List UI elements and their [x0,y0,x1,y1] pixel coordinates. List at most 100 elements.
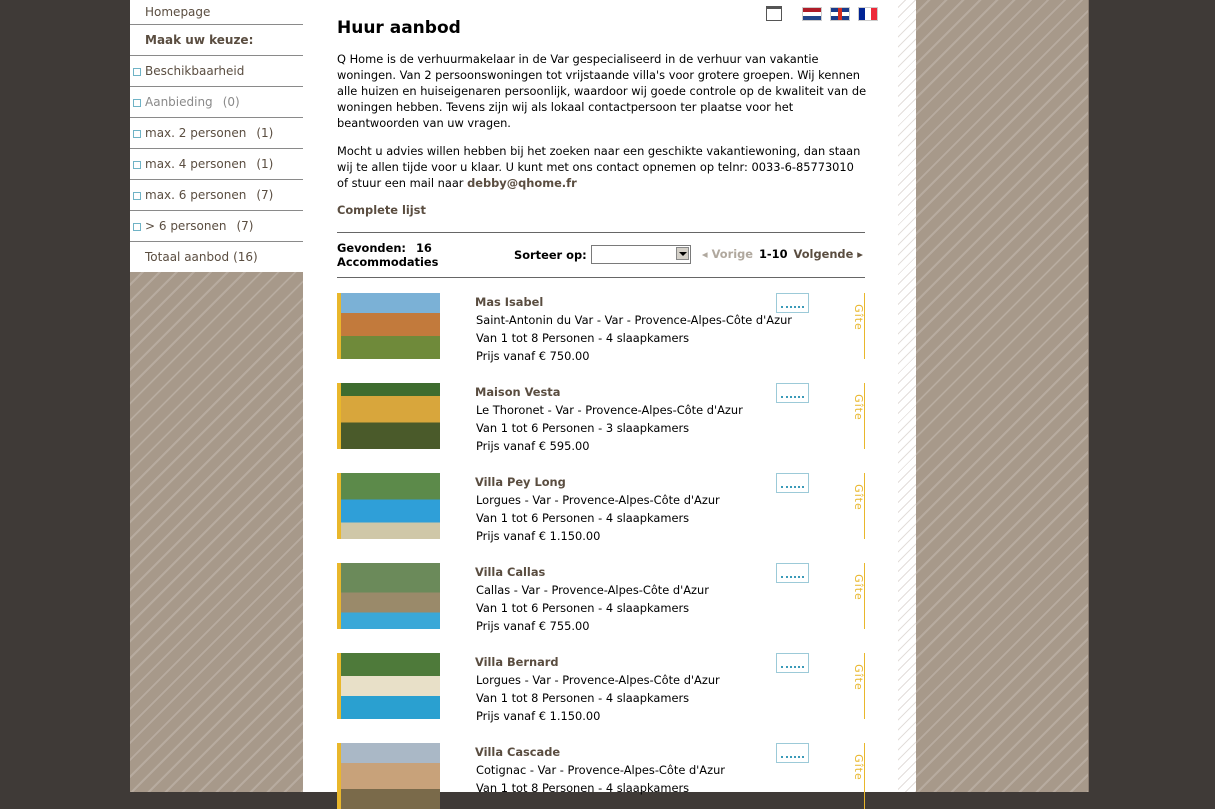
menu-item-label: max. 4 personen [145,157,247,171]
menu-item-count: (7) [236,219,254,233]
menu-heading-label: Maak uw keuze: [145,33,254,47]
listing-price: Prijs vanaf € 595.00 [476,439,590,453]
menu-item-label: max. 2 personen [145,126,247,140]
menu-item-count: (1) [256,157,274,171]
flag-fr-icon[interactable] [858,6,878,21]
listing-type-badge: Gîte [849,653,865,719]
listing-name[interactable]: Villa Callas [475,565,545,579]
found-count: 16 [415,241,432,255]
intro-paragraph: Q Home is de verhuurmakelaar in de Var g… [337,52,867,130]
sort-select[interactable] [590,245,691,264]
menu-item-label: > 6 personen [145,219,227,233]
pager: ◂ Vorige 1-10 Volgende ▸ [702,247,863,261]
listing-type: Gîte [851,664,865,691]
pager-prev[interactable]: ◂ Vorige [702,247,753,261]
listing-type: Gîte [851,574,865,601]
listing-type: Gîte [851,394,865,421]
listing-type-badge: Gîte [849,383,865,449]
menu-item-totaal[interactable]: Totaal aanbod (16) [130,242,303,272]
listing-name[interactable]: Villa Cascade [475,745,560,759]
listing-item[interactable]: Mas Isabel Saint-Antonin du Var - Var - … [337,293,865,363]
sort-control: Sorteer op: [514,245,691,264]
menu-item-label: Homepage [145,5,211,19]
listing-item[interactable]: Villa Callas Callas - Var - Provence-Alp… [337,563,865,633]
print-icon[interactable] [766,6,782,21]
chevron-down-icon[interactable] [675,247,689,260]
listing-price: Prijs vanaf € 755.00 [476,619,590,633]
pool-icon [776,653,809,673]
menu-item-count: (0) [222,95,240,109]
pager-prev-label: Vorige [711,247,753,261]
menu-heading: Maak uw keuze: [130,25,303,56]
listing-type: Gîte [851,304,865,331]
listing-persons: Van 1 tot 8 Personen - 4 slaapkamers [476,691,690,705]
listing-type: Gîte [851,754,865,781]
pool-icon [776,383,809,403]
listing-name[interactable]: Mas Isabel [475,295,543,309]
complete-list-link[interactable]: Complete lijst [337,203,426,217]
pool-icon [776,293,809,313]
listing-location: Le Thoronet - Var - Provence-Alpes-Côte … [476,403,743,417]
pager-range: 1-10 [759,247,788,261]
left-menu: Homepage Maak uw keuze: Beschikbaarheid … [130,0,303,272]
divider [337,277,865,278]
listing-location: Lorgues - Var - Provence-Alpes-Côte d'Az… [476,493,720,507]
listing-photo[interactable] [337,473,440,539]
listing-persons: Van 1 tot 8 Personen - 4 slaapkamers [476,331,690,345]
contact-paragraph: Mocht u advies willen hebben bij het zoe… [337,143,867,191]
menu-item-label: Totaal aanbod [145,250,230,264]
listing-persons: Van 1 tot 6 Personen - 4 slaapkamers [476,601,690,615]
menu-item-max-2[interactable]: max. 2 personen (1) [130,118,303,149]
listing-location: Callas - Var - Provence-Alpes-Côte d'Azu… [476,583,709,597]
pool-icon [776,743,809,763]
pager-next[interactable]: Volgende ▸ [794,247,863,261]
content-gutter-left [303,0,337,792]
pool-icon [776,473,809,493]
flag-uk-icon[interactable] [830,6,850,21]
listing-price: Prijs vanaf € 750.00 [476,349,590,363]
listing-item[interactable]: Villa Bernard Lorgues - Var - Provence-A… [337,653,865,723]
menu-item-count: (7) [256,188,274,202]
listing-type-badge: Gîte [849,293,865,359]
menu-item-count: (16) [233,250,258,264]
menu-item-homepage[interactable]: Homepage [130,0,303,25]
listing-photo[interactable] [337,653,440,719]
menu-item-max-6[interactable]: max. 6 personen (7) [130,180,303,211]
menu-item-beschikbaarheid[interactable]: Beschikbaarheid [130,56,303,87]
listing-item[interactable]: Villa Cascade Cotignac - Var - Provence-… [337,743,865,809]
sort-label: Sorteer op: [514,247,587,262]
listing-type: Gîte [851,484,865,511]
listing-name[interactable]: Maison Vesta [475,385,560,399]
listing-item[interactable]: Villa Pey Long Lorgues - Var - Provence-… [337,473,865,543]
listing-item[interactable]: Maison Vesta Le Thoronet - Var - Provenc… [337,383,865,453]
menu-item-label: Aanbieding [145,95,213,109]
top-icons [766,6,878,21]
listing-photo[interactable] [337,563,440,629]
listing-photo[interactable] [337,293,440,359]
listing-type-badge: Gîte [849,563,865,629]
flag-nl-icon[interactable] [802,6,822,21]
menu-item-count: (1) [256,126,274,140]
listing-name[interactable]: Villa Bernard [475,655,559,669]
pager-next-label: Volgende [793,247,854,261]
pool-icon [776,563,809,583]
listing-price: Prijs vanaf € 1.150.00 [476,709,601,723]
menu-item-label: max. 6 personen [145,188,247,202]
listing-persons: Van 1 tot 6 Personen - 4 slaapkamers [476,511,690,525]
listing-location: Cotignac - Var - Provence-Alpes-Côte d'A… [476,763,725,777]
menu-item-label: Beschikbaarheid [145,64,245,78]
found-label: Gevonden: [337,241,406,255]
listing-name[interactable]: Villa Pey Long [475,475,566,489]
results-bar: Gevonden: 16 Accommodaties Sorteer op: ◂ … [337,240,865,276]
right-column-border [1088,0,1089,792]
listing-location: Saint-Antonin du Var - Var - Provence-Al… [476,313,792,327]
listing-type-badge: Gîte [849,743,865,809]
email-link[interactable]: debby@qhome.fr [467,176,577,190]
listing-photo[interactable] [337,743,440,809]
menu-item-more-6[interactable]: > 6 personen (7) [130,211,303,242]
right-column-background [916,0,1089,792]
menu-item-max-4[interactable]: max. 4 personen (1) [130,149,303,180]
content-gutter-right [898,0,916,792]
listing-photo[interactable] [337,383,440,449]
menu-item-aanbieding[interactable]: Aanbieding (0) [130,87,303,118]
